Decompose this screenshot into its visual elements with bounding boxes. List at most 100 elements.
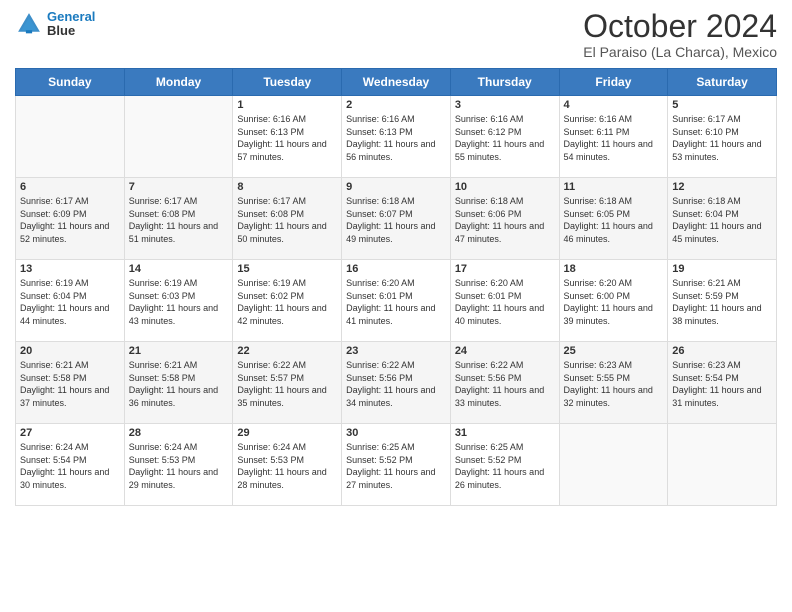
- day-number: 30: [346, 427, 446, 439]
- day-cell: 2Sunrise: 6:16 AM Sunset: 6:13 PM Daylig…: [342, 96, 451, 178]
- cell-content: Sunrise: 6:17 AM Sunset: 6:09 PM Dayligh…: [20, 195, 120, 245]
- day-header-tuesday: Tuesday: [233, 69, 342, 96]
- day-number: 1: [237, 99, 337, 111]
- cell-content: Sunrise: 6:20 AM Sunset: 6:01 PM Dayligh…: [455, 277, 555, 327]
- cell-content: Sunrise: 6:20 AM Sunset: 6:00 PM Dayligh…: [564, 277, 664, 327]
- day-number: 28: [129, 427, 229, 439]
- header: General Blue October 2024 El Paraiso (La…: [15, 10, 777, 60]
- calendar-table: SundayMondayTuesdayWednesdayThursdayFrid…: [15, 68, 777, 506]
- day-cell: 25Sunrise: 6:23 AM Sunset: 5:55 PM Dayli…: [559, 342, 668, 424]
- day-cell: 24 Sunrise: 6:22 AM Sunset: 5:56 PM Dayli…: [450, 342, 559, 424]
- day-cell: 17 Sunrise: 6:20 AM Sunset: 6:01 PM Dayli…: [450, 260, 559, 342]
- cell-content: Sunrise: 6:16 AM Sunset: 6:11 PM Dayligh…: [564, 113, 664, 163]
- day-header-monday: Monday: [124, 69, 233, 96]
- day-cell: 19 Sunrise: 6:21 AM Sunset: 5:59 PM Dayli…: [668, 260, 777, 342]
- cell-content: Sunrise: 6:18 AM Sunset: 6:04 PM Dayligh…: [672, 195, 772, 245]
- day-header-thursday: Thursday: [450, 69, 559, 96]
- day-cell: 27 Sunrise: 6:24 AM Sunset: 5:54 PM Dayli…: [16, 424, 125, 506]
- cell-content: Sunrise: 6:16 AM Sunset: 6:13 PM Dayligh…: [346, 113, 446, 163]
- month-title: October 2024: [583, 10, 777, 42]
- logo-line1: General: [47, 9, 95, 24]
- cell-content: Sunrise: 6:21 AM Sunset: 5:58 PM Dayligh…: [20, 359, 120, 409]
- day-cell: 16Sunrise: 6:20 AM Sunset: 6:01 PM Dayli…: [342, 260, 451, 342]
- cell-content: Sunrise: 6:23 AM Sunset: 5:54 PM Dayligh…: [672, 359, 772, 409]
- day-cell: 9 Sunrise: 6:18 AM Sunset: 6:07 PM Daylig…: [342, 178, 451, 260]
- cell-content: Sunrise: 6:19 AM Sunset: 6:03 PM Dayligh…: [129, 277, 229, 327]
- logo-text: General Blue: [47, 10, 95, 39]
- cell-content: Sunrise: 6:16 AM Sunset: 6:13 PM Dayligh…: [237, 113, 337, 163]
- location: El Paraiso (La Charca), Mexico: [583, 44, 777, 60]
- day-cell: [668, 424, 777, 506]
- day-number: 21: [129, 345, 229, 357]
- cell-content: Sunrise: 6:19 AM Sunset: 6:02 PM Dayligh…: [237, 277, 337, 327]
- week-row-1: 1 Sunrise: 6:16 AM Sunset: 6:13 PM Daylig…: [16, 96, 777, 178]
- day-number: 26: [672, 345, 772, 357]
- day-cell: 30 Sunrise: 6:25 AM Sunset: 5:52 PM Dayli…: [342, 424, 451, 506]
- cell-content: Sunrise: 6:23 AM Sunset: 5:55 PM Dayligh…: [564, 359, 664, 409]
- week-row-2: 6Sunrise: 6:17 AM Sunset: 6:09 PM Daylig…: [16, 178, 777, 260]
- day-header-sunday: Sunday: [16, 69, 125, 96]
- cell-content: Sunrise: 6:17 AM Sunset: 6:08 PM Dayligh…: [129, 195, 229, 245]
- day-number: 18: [564, 263, 664, 275]
- day-cell: 4Sunrise: 6:16 AM Sunset: 6:11 PM Daylig…: [559, 96, 668, 178]
- day-number: 23: [346, 345, 446, 357]
- cell-content: Sunrise: 6:24 AM Sunset: 5:53 PM Dayligh…: [129, 441, 229, 491]
- cell-content: Sunrise: 6:18 AM Sunset: 6:07 PM Dayligh…: [346, 195, 446, 245]
- cell-content: Sunrise: 6:25 AM Sunset: 5:52 PM Dayligh…: [346, 441, 446, 491]
- day-number: 14: [129, 263, 229, 275]
- cell-content: Sunrise: 6:17 AM Sunset: 6:08 PM Dayligh…: [237, 195, 337, 245]
- day-cell: 8 Sunrise: 6:17 AM Sunset: 6:08 PM Daylig…: [233, 178, 342, 260]
- day-header-friday: Friday: [559, 69, 668, 96]
- day-number: 17: [455, 263, 555, 275]
- day-cell: 12 Sunrise: 6:18 AM Sunset: 6:04 PM Dayli…: [668, 178, 777, 260]
- day-cell: [124, 96, 233, 178]
- day-number: 22: [237, 345, 337, 357]
- day-number: 5: [672, 99, 772, 111]
- day-cell: 1 Sunrise: 6:16 AM Sunset: 6:13 PM Daylig…: [233, 96, 342, 178]
- day-cell: 21 Sunrise: 6:21 AM Sunset: 5:58 PM Dayli…: [124, 342, 233, 424]
- day-cell: 3Sunrise: 6:16 AM Sunset: 6:12 PM Daylig…: [450, 96, 559, 178]
- day-cell: [559, 424, 668, 506]
- cell-content: Sunrise: 6:16 AM Sunset: 6:12 PM Dayligh…: [455, 113, 555, 163]
- day-cell: 7 Sunrise: 6:17 AM Sunset: 6:08 PM Daylig…: [124, 178, 233, 260]
- day-number: 15: [237, 263, 337, 275]
- day-cell: 15 Sunrise: 6:19 AM Sunset: 6:02 PM Dayli…: [233, 260, 342, 342]
- day-cell: 20 Sunrise: 6:21 AM Sunset: 5:58 PM Dayli…: [16, 342, 125, 424]
- day-cell: 26 Sunrise: 6:23 AM Sunset: 5:54 PM Dayli…: [668, 342, 777, 424]
- day-cell: 10 Sunrise: 6:18 AM Sunset: 6:06 PM Dayli…: [450, 178, 559, 260]
- cell-content: Sunrise: 6:21 AM Sunset: 5:58 PM Dayligh…: [129, 359, 229, 409]
- cell-content: Sunrise: 6:18 AM Sunset: 6:06 PM Dayligh…: [455, 195, 555, 245]
- cell-content: Sunrise: 6:22 AM Sunset: 5:57 PM Dayligh…: [237, 359, 337, 409]
- logo-line2: Blue: [47, 24, 95, 38]
- cell-content: Sunrise: 6:22 AM Sunset: 5:56 PM Dayligh…: [455, 359, 555, 409]
- day-header-saturday: Saturday: [668, 69, 777, 96]
- cell-content: Sunrise: 6:25 AM Sunset: 5:52 PM Dayligh…: [455, 441, 555, 491]
- day-cell: 22 Sunrise: 6:22 AM Sunset: 5:57 PM Dayli…: [233, 342, 342, 424]
- week-row-3: 13Sunrise: 6:19 AM Sunset: 6:04 PM Dayli…: [16, 260, 777, 342]
- day-number: 13: [20, 263, 120, 275]
- day-number: 27: [20, 427, 120, 439]
- logo: General Blue: [15, 10, 95, 39]
- day-number: 19: [672, 263, 772, 275]
- day-number: 16: [346, 263, 446, 275]
- day-cell: 28 Sunrise: 6:24 AM Sunset: 5:53 PM Dayli…: [124, 424, 233, 506]
- cell-content: Sunrise: 6:22 AM Sunset: 5:56 PM Dayligh…: [346, 359, 446, 409]
- week-row-4: 20 Sunrise: 6:21 AM Sunset: 5:58 PM Dayli…: [16, 342, 777, 424]
- day-number: 10: [455, 181, 555, 193]
- day-number: 9: [346, 181, 446, 193]
- day-cell: 14 Sunrise: 6:19 AM Sunset: 6:03 PM Dayli…: [124, 260, 233, 342]
- day-number: 12: [672, 181, 772, 193]
- day-number: 11: [564, 181, 664, 193]
- day-number: 20: [20, 345, 120, 357]
- day-cell: 5Sunrise: 6:17 AM Sunset: 6:10 PM Daylig…: [668, 96, 777, 178]
- cell-content: Sunrise: 6:21 AM Sunset: 5:59 PM Dayligh…: [672, 277, 772, 327]
- day-header-wednesday: Wednesday: [342, 69, 451, 96]
- day-number: 24: [455, 345, 555, 357]
- cell-content: Sunrise: 6:24 AM Sunset: 5:54 PM Dayligh…: [20, 441, 120, 491]
- day-number: 31: [455, 427, 555, 439]
- day-cell: 31 Sunrise: 6:25 AM Sunset: 5:52 PM Dayli…: [450, 424, 559, 506]
- day-number: 8: [237, 181, 337, 193]
- day-number: 29: [237, 427, 337, 439]
- day-number: 7: [129, 181, 229, 193]
- day-cell: 18 Sunrise: 6:20 AM Sunset: 6:00 PM Dayli…: [559, 260, 668, 342]
